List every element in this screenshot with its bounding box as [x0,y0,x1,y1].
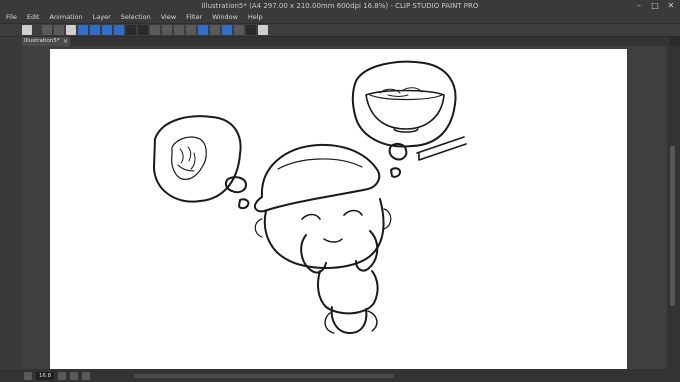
menu-filter[interactable]: Filter [186,12,202,23]
character-body [317,270,379,315]
tab-illustration5[interactable]: Illustration5* × [22,37,70,46]
redo-icon[interactable] [138,25,148,35]
zoom-in-icon[interactable] [70,371,78,380]
snap-icon[interactable] [222,25,232,35]
window-title: Illustration5* (A4 297.00 x 210.00mm 600… [201,2,479,10]
blue-tool-icon[interactable] [102,25,112,35]
tab-close-icon[interactable]: × [63,37,68,46]
sketch-illustration [153,60,467,334]
blue-tool-icon[interactable] [78,25,88,35]
command-bar [0,23,680,37]
blue-tool-icon[interactable] [90,25,100,35]
menu-view[interactable]: View [161,12,176,23]
help-icon[interactable] [258,25,268,35]
document-tab-bar: Illustration5* × [22,37,670,46]
drawing-paper[interactable] [50,49,627,369]
clip-icon[interactable] [186,25,196,35]
window-controls: – □ ✕ [634,0,676,12]
thought-bubble-left-dot-2 [238,198,250,210]
thought-bubble-right-dot-2 [390,167,401,178]
blue-ruler-icon[interactable] [198,25,208,35]
left-tool-strip [0,37,22,372]
menu-animation[interactable]: Animation [49,12,82,23]
navigation-slider[interactable] [134,373,394,378]
fill-icon[interactable] [174,25,184,35]
canvas-fit-icon[interactable] [24,371,32,380]
character-face [263,198,385,269]
pen-icon[interactable] [234,25,244,35]
close-icon[interactable]: ✕ [666,1,676,11]
menu-file[interactable]: File [6,12,17,23]
minimize-icon[interactable]: – [634,1,644,11]
vertical-scrollbar[interactable] [667,46,680,369]
undo-icon[interactable] [126,25,136,35]
menu-bar: File Edit Animation Layer Selection View… [0,12,680,23]
menu-help[interactable]: Help [248,12,263,23]
clear-icon[interactable] [150,25,160,35]
save-icon[interactable] [66,25,76,35]
menu-selection[interactable]: Selection [121,12,151,23]
eye-icon[interactable] [22,25,32,35]
mortarboard-icon[interactable] [246,25,256,35]
character-hat [253,143,381,213]
blue-tool-icon[interactable] [114,25,124,35]
maximize-icon[interactable]: □ [650,1,660,11]
status-bar: 16.8 [0,369,680,382]
vertical-scroll-thumb[interactable] [670,146,675,306]
zoom-out-icon[interactable] [58,371,66,380]
canvas-area[interactable] [22,46,667,369]
tab-label: Illustration5* [24,38,60,44]
layer-icon[interactable] [210,25,220,35]
title-bar: Illustration5* (A4 297.00 x 210.00mm 600… [0,0,680,12]
menu-window[interactable]: Window [212,12,238,23]
rotate-icon[interactable] [82,371,90,380]
new-file-icon[interactable] [42,25,52,35]
transform-icon[interactable] [162,25,172,35]
menu-edit[interactable]: Edit [27,12,40,23]
zoom-field[interactable]: 16.8 [36,371,54,380]
menu-layer[interactable]: Layer [93,12,111,23]
open-file-icon[interactable] [54,25,64,35]
